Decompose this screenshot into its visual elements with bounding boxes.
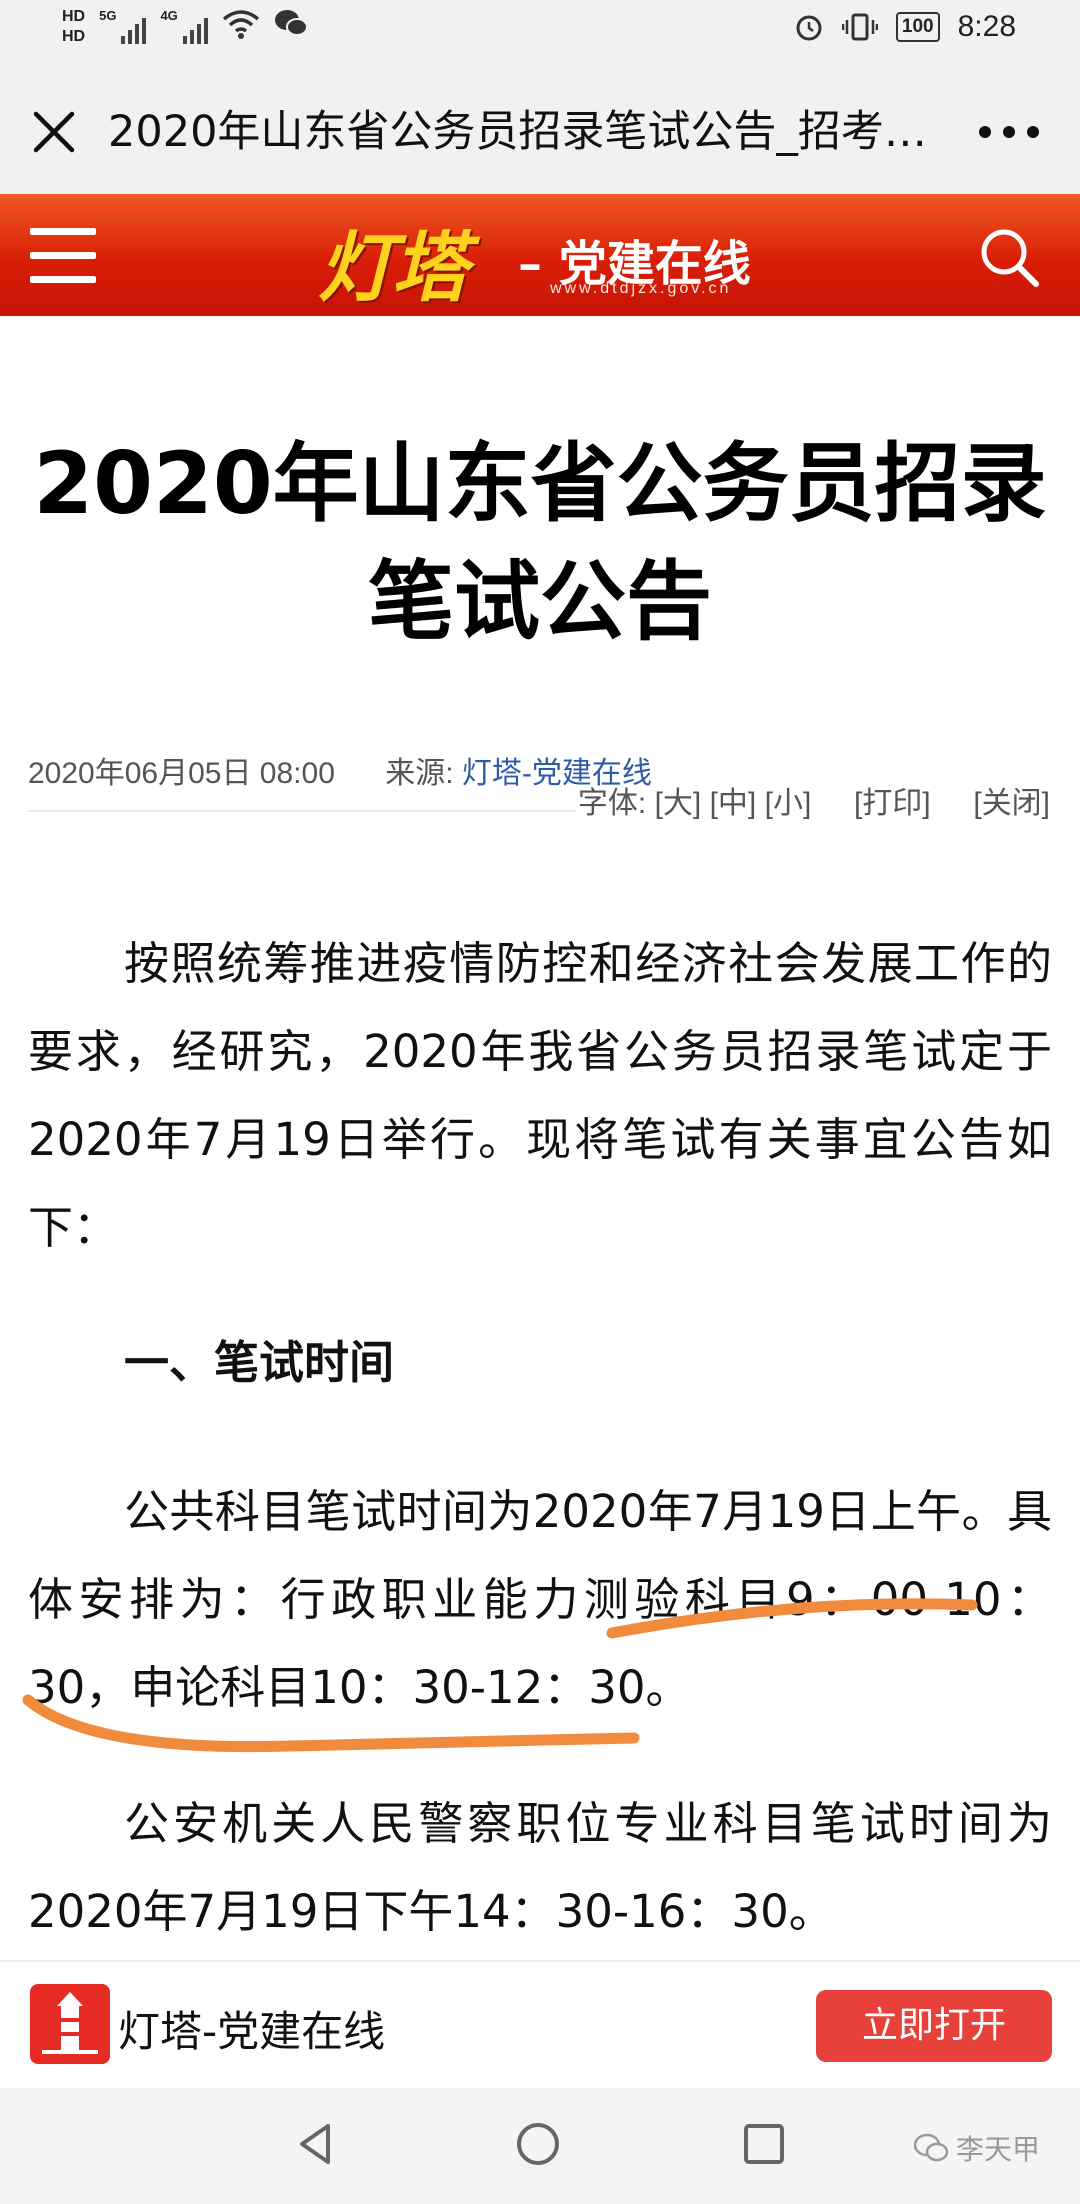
meta-divider — [28, 810, 576, 812]
status-right: 100 8:28 — [794, 10, 1016, 44]
hd-indicator-2: HD — [62, 28, 86, 45]
nav-home-button[interactable] — [510, 2116, 566, 2172]
wechat-watermark-icon — [914, 2133, 948, 2162]
hd-indicators: HD HD — [62, 8, 85, 46]
status-bar: HD HD 5G 4G 100 8:28 — [0, 0, 1080, 64]
font-large-button[interactable]: [大] — [655, 787, 702, 820]
app-logo-icon — [30, 1984, 110, 2064]
hd-indicator-1: HD — [62, 8, 86, 25]
font-small-button[interactable]: [小] — [765, 787, 812, 820]
watermark: 李天甲 — [914, 2128, 1040, 2168]
section-heading-exam-time: 一、笔试时间 — [124, 1336, 395, 1389]
paragraph-intro: 按照统筹推进疫情防控和经济社会发展工作的要求，经研究，2020年我省公务员招录笔… — [28, 937, 1052, 1254]
site-header: 灯塔 – 党建在线 www.dtdjzx.gov.cn — [0, 194, 1080, 316]
open-app-button[interactable]: 立即打开 — [816, 1990, 1052, 2062]
signal-5g-label: 5G — [99, 8, 117, 23]
close-icon — [33, 111, 75, 153]
page-title-text: 2020年山东省公务员招录笔试公告_招考… — [108, 107, 927, 157]
app-name: 灯塔-党建在线 — [118, 2007, 386, 2056]
site-logo[interactable]: 灯塔 – 党建在线 www.dtdjzx.gov.cn — [318, 206, 778, 312]
nav-recent-apps-button[interactable] — [736, 2116, 792, 2172]
logo-main-text: 灯塔 — [318, 223, 468, 312]
recent-square-icon — [744, 2124, 784, 2164]
status-left: HD HD 5G 4G — [62, 8, 308, 46]
wifi-icon — [222, 10, 259, 39]
publish-date: 2020年06月05日 08:00 — [28, 757, 335, 790]
signal-4g-label: 4G — [160, 8, 178, 23]
close-article-button[interactable]: [关闭] — [973, 787, 1050, 820]
status-time: 8:28 — [957, 10, 1016, 43]
back-triangle-icon — [300, 2124, 330, 2164]
watermark-text: 李天甲 — [956, 2133, 1041, 2166]
paragraph-public-subjects: 公共科目笔试时间为2020年7月19日上午。具体安排为：行政职业能力测验科目9：… — [28, 1485, 1052, 1714]
battery-indicator: 100 — [895, 12, 940, 42]
logo-url-text: www.dtdjzx.gov.cn — [550, 280, 732, 297]
search-button[interactable] — [976, 224, 1042, 290]
nav-back-button[interactable] — [288, 2116, 344, 2172]
home-circle-icon — [517, 2123, 559, 2165]
source-label: 来源: — [385, 757, 454, 790]
wechat-icon — [274, 10, 308, 36]
paragraph-police-subjects: 公安机关人民警察职位专业科目笔试时间为2020年7月19日下午14：30-16：… — [28, 1797, 1052, 1938]
signal-4g-icon: 4G — [160, 8, 208, 44]
more-options-button[interactable] — [974, 106, 1044, 158]
menu-button[interactable] — [30, 228, 102, 284]
app-open-banner: 灯塔-党建在线 立即打开 — [0, 1960, 1080, 2090]
signal-5g-icon: 5G — [99, 8, 147, 44]
vibrate-icon — [841, 13, 878, 41]
print-button[interactable]: [打印] — [854, 787, 931, 820]
search-icon — [981, 229, 1039, 287]
article-title: 2020年山东省公务员招录笔试公告 — [33, 434, 1047, 652]
more-horizontal-icon — [979, 126, 1039, 138]
font-controls: 字体: [大] [中] [小] [打印] [关闭] — [578, 778, 1050, 822]
font-size-label: 字体: — [577, 787, 647, 820]
article-meta: 2020年06月05日 08:00 来源: 灯塔-党建在线 — [28, 748, 652, 792]
browser-title-bar: 2020年山东省公务员招录笔试公告_招考… — [0, 64, 1080, 194]
navigation-bar: 李天甲 — [0, 2088, 1080, 2204]
font-medium-button[interactable]: [中] — [710, 787, 757, 820]
close-button[interactable] — [28, 106, 80, 158]
alarm-icon — [796, 15, 822, 41]
